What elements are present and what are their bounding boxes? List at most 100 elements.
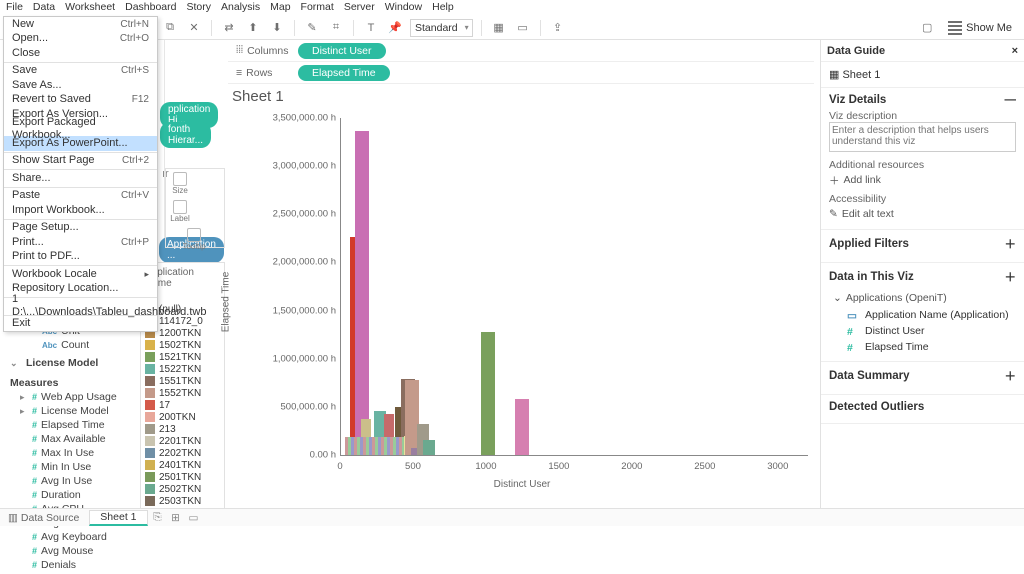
- close-icon[interactable]: ×: [1012, 45, 1018, 57]
- legend-item[interactable]: 1521TKN: [145, 351, 220, 363]
- legend-item[interactable]: 1502TKN: [145, 339, 220, 351]
- data-pane-field[interactable]: ▸#Web App Usage: [10, 390, 156, 404]
- file-menu-item[interactable]: PasteCtrl+V: [4, 189, 157, 204]
- chart-bar[interactable]: [515, 399, 529, 455]
- sort-asc-icon[interactable]: ⬆: [244, 19, 262, 37]
- chart-plot-area[interactable]: >2K nulls: [340, 118, 808, 456]
- rows-shelf[interactable]: ≡Rows Elapsed Time: [228, 62, 814, 84]
- file-menu-item[interactable]: Show Start PageCtrl+2: [4, 154, 157, 169]
- expand-icon[interactable]: ＋: [1005, 236, 1017, 252]
- new-dashboard-tab-icon[interactable]: ⊞: [168, 510, 184, 526]
- duplicate-icon[interactable]: ⧉: [161, 19, 179, 37]
- sort-desc-icon[interactable]: ⬇: [268, 19, 286, 37]
- data-pane-field[interactable]: #Duration: [10, 488, 156, 502]
- data-pane-field[interactable]: #Elapsed Time: [10, 418, 156, 432]
- data-pane-field[interactable]: #Max In Use: [10, 446, 156, 460]
- data-source-tab[interactable]: ▥ Data Source: [0, 512, 87, 524]
- applications-group[interactable]: ⌄ Applications (OpeniT): [833, 289, 1016, 307]
- columns-pill-distinct-user[interactable]: Distinct User: [298, 43, 386, 59]
- collapse-icon[interactable]: —: [1005, 94, 1017, 106]
- data-pane-field[interactable]: #Max Available: [10, 432, 156, 446]
- pin-icon[interactable]: 📌: [386, 19, 404, 37]
- data-pane-field[interactable]: ▸#License Model: [10, 404, 156, 418]
- file-menu-item[interactable]: Print...Ctrl+P: [4, 235, 157, 250]
- fit-selector[interactable]: Standard: [410, 19, 473, 37]
- data-pane-field[interactable]: #Min In Use: [10, 460, 156, 474]
- data-pane-field[interactable]: #Avg Mouse: [10, 544, 156, 558]
- file-menu-item[interactable]: NewCtrl+N: [4, 17, 157, 32]
- file-menu-item[interactable]: Open...Ctrl+O: [4, 32, 157, 47]
- presentation-icon[interactable]: ▭: [514, 19, 532, 37]
- menu-analysis[interactable]: Analysis: [221, 1, 260, 15]
- menu-map[interactable]: Map: [270, 1, 290, 15]
- swap-icon[interactable]: ⇄: [220, 19, 238, 37]
- marks-size[interactable]: Size: [166, 169, 194, 197]
- clear-icon[interactable]: ✕: [185, 19, 203, 37]
- file-menu-item[interactable]: Page Setup...: [4, 221, 157, 236]
- detected-outliers-header[interactable]: Detected Outliers: [829, 401, 924, 413]
- data-guide-field[interactable]: #Elapsed Time: [847, 339, 1016, 355]
- highlight-icon[interactable]: ✎: [303, 19, 321, 37]
- data-in-viz-header[interactable]: Data in This Viz: [829, 271, 914, 283]
- menu-story[interactable]: Story: [186, 1, 211, 15]
- sheet-title[interactable]: Sheet 1: [232, 88, 284, 105]
- guide-icon[interactable]: ▢: [918, 19, 936, 37]
- legend-item[interactable]: 213: [145, 423, 220, 435]
- menu-file[interactable]: File: [6, 1, 23, 15]
- legend-item[interactable]: 1552TKN: [145, 387, 220, 399]
- new-worksheet-tab-icon[interactable]: ⎘: [150, 510, 166, 526]
- menu-help[interactable]: Help: [432, 1, 454, 15]
- legend-item[interactable]: 17: [145, 399, 220, 411]
- data-summary-header[interactable]: Data Summary: [829, 370, 910, 382]
- legend-item[interactable]: 2502TKN: [145, 483, 220, 495]
- file-menu-item[interactable]: 1 D:\...\Downloads\Tableu_dashboard.twb: [4, 299, 157, 314]
- marks-label[interactable]: Label: [166, 197, 194, 225]
- data-pane-field[interactable]: #Avg In Use: [10, 474, 156, 488]
- file-menu-item[interactable]: Share...: [4, 171, 157, 186]
- chart-bar[interactable]: [481, 332, 495, 455]
- legend-item[interactable]: 200TKN: [145, 411, 220, 423]
- menu-format[interactable]: Format: [301, 1, 334, 15]
- data-guide-field[interactable]: ▭Application Name (Application): [847, 307, 1016, 323]
- share-icon[interactable]: ⇪: [549, 19, 567, 37]
- columns-shelf[interactable]: ⦙⦙⦙Columns Distinct User: [228, 40, 814, 62]
- file-menu-item[interactable]: Workbook Locale: [4, 267, 157, 282]
- sheet-1-tab[interactable]: Sheet 1: [89, 510, 147, 526]
- viz-description-input[interactable]: [829, 122, 1016, 152]
- expand-icon[interactable]: ＋: [1005, 269, 1017, 285]
- chart-bar[interactable]: [423, 440, 435, 455]
- file-menu-item[interactable]: Revert to SavedF12: [4, 93, 157, 108]
- rows-pill-elapsed-time[interactable]: Elapsed Time: [298, 65, 390, 81]
- chart-bar[interactable]: [355, 131, 369, 455]
- menu-server[interactable]: Server: [344, 1, 375, 15]
- legend-item[interactable]: 2202TKN: [145, 447, 220, 459]
- view-cards-icon[interactable]: ▦: [490, 19, 508, 37]
- legend-item[interactable]: 1551TKN: [145, 375, 220, 387]
- marks-tooltip[interactable]: Tooltip: [166, 225, 222, 253]
- applied-filters-header[interactable]: Applied Filters: [829, 238, 909, 250]
- label-icon[interactable]: T: [362, 19, 380, 37]
- legend-item[interactable]: 1522TKN: [145, 363, 220, 375]
- data-guide-field[interactable]: #Distinct User: [847, 323, 1016, 339]
- file-menu-item[interactable]: Close: [4, 46, 157, 61]
- menu-data[interactable]: Data: [33, 1, 55, 15]
- menu-window[interactable]: Window: [385, 1, 422, 15]
- legend-item[interactable]: 2401TKN: [145, 459, 220, 471]
- show-me-button[interactable]: Show Me: [942, 21, 1018, 35]
- expand-icon[interactable]: ＋: [1005, 368, 1017, 384]
- file-menu-item[interactable]: Import Workbook...: [4, 203, 157, 218]
- data-pane-field[interactable]: #Avg Keyboard: [10, 530, 156, 544]
- group-icon[interactable]: ⌗: [327, 19, 345, 37]
- file-menu-item[interactable]: Export Packaged Workbook...: [4, 122, 157, 137]
- legend-item[interactable]: 2501TKN: [145, 471, 220, 483]
- data-pane-field[interactable]: #Denials: [10, 558, 156, 572]
- new-story-tab-icon[interactable]: ▭: [186, 510, 202, 526]
- data-pane-field[interactable]: AbcCount: [10, 338, 156, 352]
- menu-worksheet[interactable]: Worksheet: [65, 1, 115, 15]
- hierarchy-pill-month[interactable]: fonth Hierar...: [160, 122, 211, 148]
- file-menu-item[interactable]: Save As...: [4, 78, 157, 93]
- legend-item[interactable]: 2201TKN: [145, 435, 220, 447]
- menu-dashboard[interactable]: Dashboard: [125, 1, 176, 15]
- edit-alt-text-button[interactable]: ✎ Edit alt text: [829, 205, 1016, 223]
- file-menu-item[interactable]: SaveCtrl+S: [4, 64, 157, 79]
